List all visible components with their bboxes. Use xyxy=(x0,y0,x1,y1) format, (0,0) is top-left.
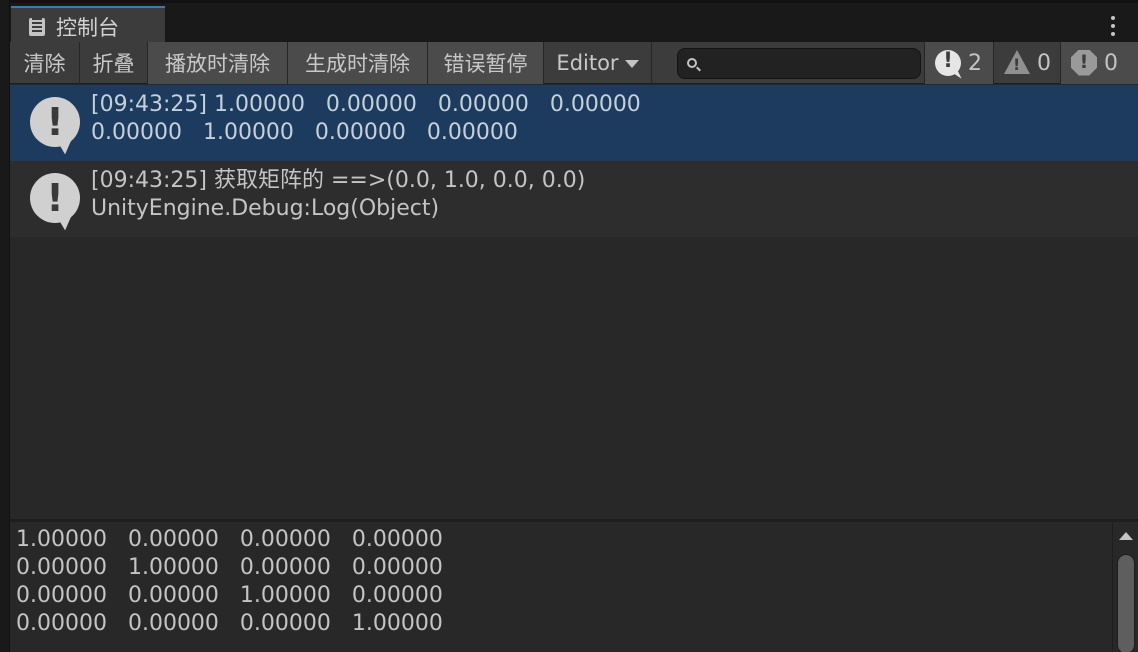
chevron-down-icon xyxy=(624,60,639,68)
editor-dropdown-label: Editor xyxy=(556,51,619,75)
warning-count: 0 xyxy=(1037,50,1051,76)
log-detail-panel: 1.00000 0.00000 0.00000 0.00000 0.00000 … xyxy=(10,522,1138,652)
log-detail-text: 1.00000 0.00000 0.00000 0.00000 0.00000 … xyxy=(16,527,443,636)
detail-scrollbar[interactable] xyxy=(1112,522,1138,652)
info-count-toggle[interactable]: 2 xyxy=(924,42,993,84)
tab-bar: 控制台 xyxy=(10,0,1138,45)
console-toolbar: 清除 折叠 播放时清除 生成时清除 错误暂停 Editor 2 0 0 xyxy=(10,42,1138,84)
log-entry[interactable]: ! [09:43:25] 1.00000 0.00000 0.00000 0.0… xyxy=(10,85,1138,161)
error-count-toggle[interactable]: 0 xyxy=(1060,42,1138,84)
console-window: 控制台 清除 折叠 播放时清除 生成时清除 错误暂停 Editor 2 0 0 xyxy=(9,0,1138,652)
info-icon: ! xyxy=(30,173,82,232)
scrollbar-thumb[interactable] xyxy=(1117,554,1135,652)
clear-button[interactable]: 清除 xyxy=(10,42,80,84)
info-icon: ! xyxy=(30,97,82,156)
search-icon xyxy=(687,58,697,68)
warning-count-toggle[interactable]: 0 xyxy=(993,42,1060,84)
search-input[interactable] xyxy=(704,51,914,76)
info-icon xyxy=(935,48,962,77)
error-count: 0 xyxy=(1104,50,1118,76)
warning-icon xyxy=(1004,49,1031,77)
log-entry-text: [09:43:25] 1.00000 0.00000 0.00000 0.000… xyxy=(91,92,641,145)
scroll-up-icon[interactable] xyxy=(1119,532,1133,540)
kebab-menu-icon[interactable] xyxy=(1110,16,1116,38)
search-box[interactable] xyxy=(677,48,921,79)
log-entry[interactable]: ! [09:43:25] 获取矩阵的 ==>(0.0, 1.0, 0.0, 0.… xyxy=(10,161,1138,237)
log-entry-text: [09:43:25] 获取矩阵的 ==>(0.0, 1.0, 0.0, 0.0)… xyxy=(91,168,586,221)
log-list: ! [09:43:25] 1.00000 0.00000 0.00000 0.0… xyxy=(10,85,1138,519)
error-icon xyxy=(1071,49,1098,77)
clear-on-build-toggle[interactable]: 生成时清除 xyxy=(288,42,428,84)
error-pause-toggle[interactable]: 错误暂停 xyxy=(428,42,544,84)
info-count: 2 xyxy=(968,50,982,76)
collapse-toggle[interactable]: 折叠 xyxy=(80,42,148,84)
clear-on-play-toggle[interactable]: 播放时清除 xyxy=(148,42,288,84)
editor-dropdown[interactable]: Editor xyxy=(544,42,652,84)
console-icon xyxy=(27,17,47,37)
tab-console[interactable]: 控制台 xyxy=(11,6,165,45)
tab-console-label: 控制台 xyxy=(56,15,119,40)
